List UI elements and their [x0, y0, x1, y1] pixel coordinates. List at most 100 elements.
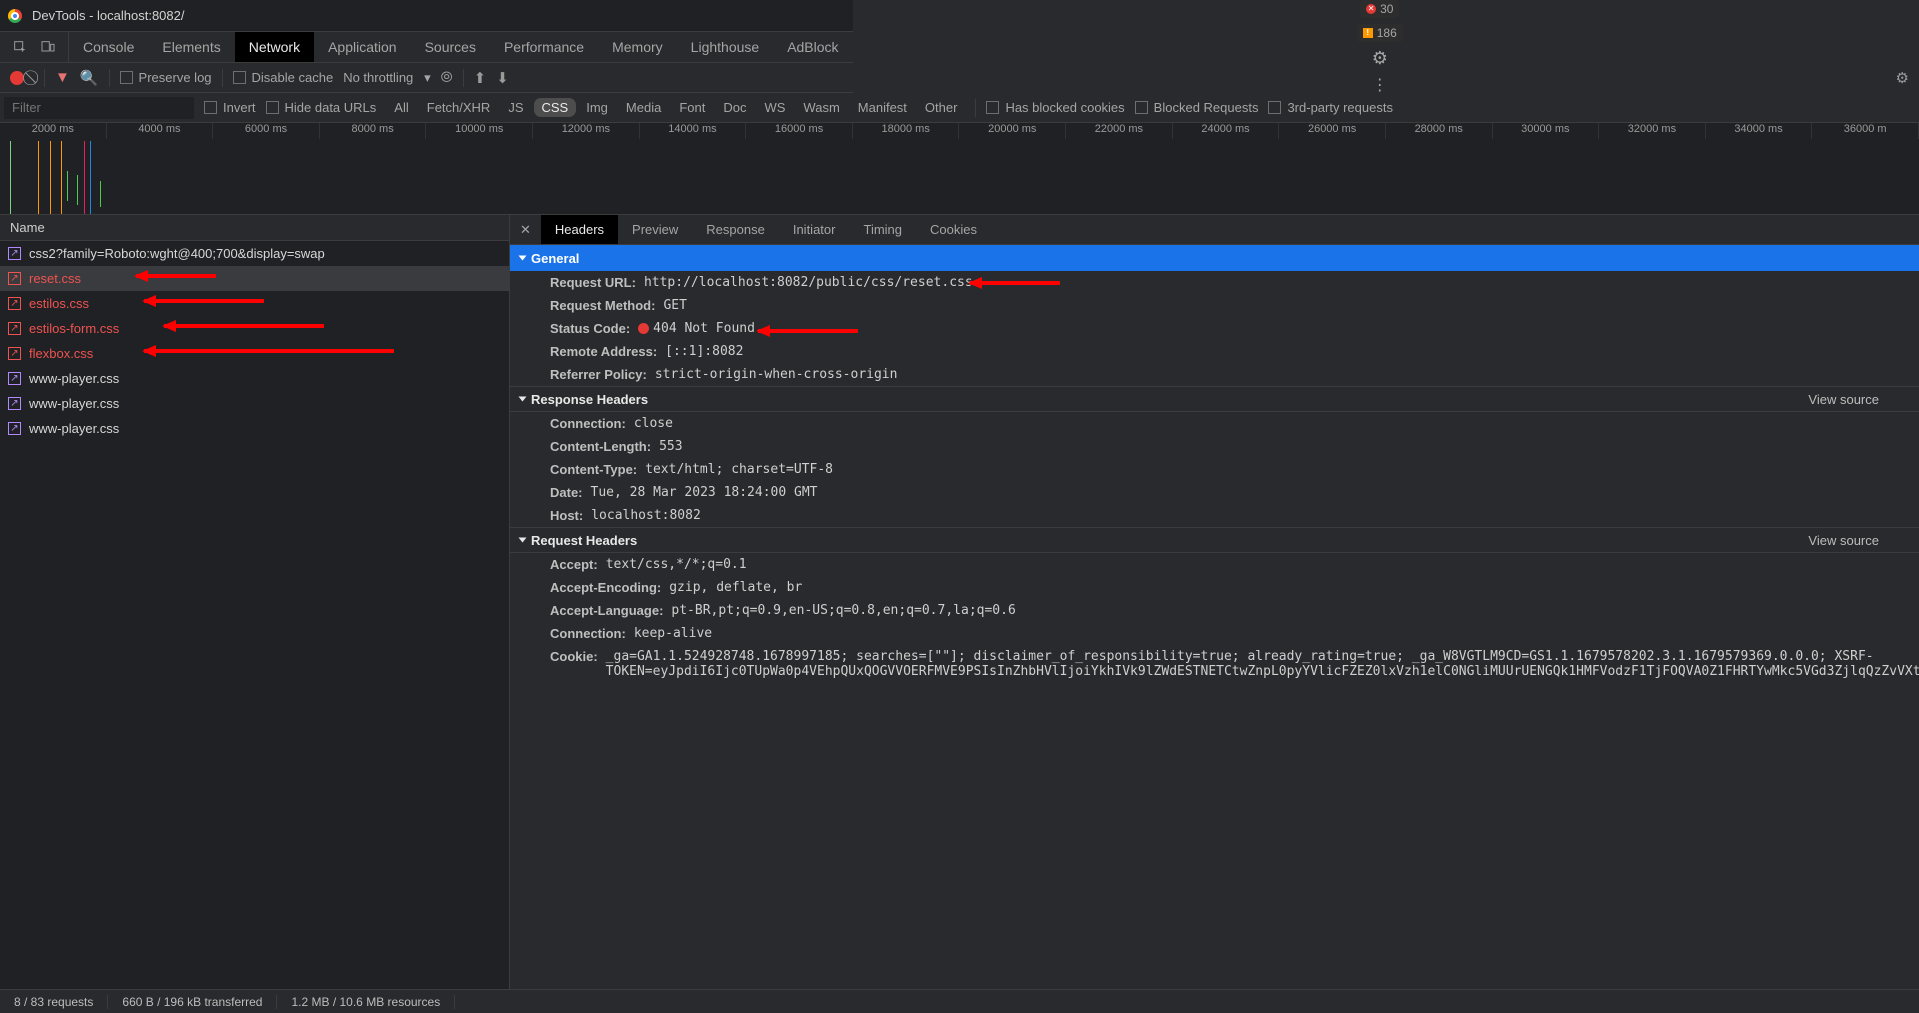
filter-type-all[interactable]: All [386, 98, 416, 117]
chrome-icon [8, 9, 22, 23]
request-detail-panel: ✕ HeadersPreviewResponseInitiatorTimingC… [510, 215, 1919, 989]
request-name: css2?family=Roboto:wght@400;700&display=… [29, 246, 325, 261]
has-blocked-cookies-checkbox[interactable]: Has blocked cookies [986, 100, 1124, 115]
request-name: www-player.css [29, 421, 119, 436]
detail-tab-response[interactable]: Response [692, 215, 779, 244]
request-row[interactable]: ↗www-player.css [0, 416, 509, 441]
close-detail-button[interactable]: ✕ [510, 222, 541, 238]
status-bar: 8 / 83 requests 660 B / 196 kB transferr… [0, 989, 1919, 1013]
status-resources: 1.2 MB / 10.6 MB resources [277, 995, 455, 1009]
more-icon[interactable]: ⋮ [1372, 75, 1388, 95]
detail-tab-cookies[interactable]: Cookies [916, 215, 991, 244]
css-file-icon: ↗ [8, 297, 21, 310]
request-name: www-player.css [29, 371, 119, 386]
blocked-requests-checkbox[interactable]: Blocked Requests [1135, 100, 1259, 115]
error-count-badge[interactable]: ✕30 [1360, 0, 1399, 18]
timeline-tick: 28000 ms [1386, 123, 1493, 139]
tab-sources[interactable]: Sources [411, 32, 490, 62]
filter-type-ws[interactable]: WS [756, 98, 793, 117]
filter-type-font[interactable]: Font [671, 98, 713, 117]
request-name: reset.css [29, 271, 81, 286]
header-row: Accept-Encoding:gzip, deflate, br [510, 576, 1919, 599]
wifi-icon[interactable]: ⦾ [441, 69, 453, 86]
search-icon[interactable]: 🔍 [80, 69, 99, 87]
timeline-tick: 32000 ms [1599, 123, 1706, 139]
filter-input[interactable] [4, 97, 194, 119]
invert-checkbox[interactable]: Invert [204, 100, 256, 115]
filter-type-css[interactable]: CSS [534, 98, 577, 117]
header-row: Request Method:GET [510, 294, 1919, 317]
tab-performance[interactable]: Performance [490, 32, 598, 62]
section-header[interactable]: Response HeadersView source [510, 386, 1919, 412]
status-dot-icon [638, 323, 649, 334]
header-row: Accept:text/css,*/*;q=0.1 [510, 553, 1919, 576]
header-row: Connection:close [510, 412, 1919, 435]
request-row[interactable]: ↗www-player.css [0, 366, 509, 391]
tab-elements[interactable]: Elements [148, 32, 234, 62]
section-header[interactable]: General [510, 245, 1919, 271]
header-row: Referrer Policy:strict-origin-when-cross… [510, 363, 1919, 386]
detail-tab-preview[interactable]: Preview [618, 215, 692, 244]
css-file-icon: ↗ [8, 347, 21, 360]
request-name: estilos-form.css [29, 321, 119, 336]
panel-tabs: ConsoleElementsNetworkApplicationSources… [0, 31, 1919, 63]
settings-gear-icon[interactable]: ⚙ [1896, 69, 1909, 87]
filter-type-img[interactable]: Img [578, 98, 616, 117]
hide-data-urls-checkbox[interactable]: Hide data URLs [266, 100, 377, 115]
header-row: Remote Address:[::1]:8082 [510, 340, 1919, 363]
view-source-link[interactable]: View source [1808, 392, 1909, 407]
request-row[interactable]: ↗ estilos.css [0, 291, 509, 316]
request-row[interactable]: ↗flexbox.css [0, 341, 509, 366]
request-row[interactable]: ↗css2?family=Roboto:wght@400;700&display… [0, 241, 509, 266]
section-header[interactable]: Request HeadersView source [510, 527, 1919, 553]
settings-icon[interactable]: ⚙ [1372, 48, 1388, 69]
warning-count-badge[interactable]: !186 [1357, 24, 1403, 42]
header-key: Status Code: [550, 321, 630, 336]
request-row[interactable]: ↗ www-player.css [0, 391, 509, 416]
disable-cache-checkbox[interactable]: Disable cache [233, 70, 334, 85]
tab-console[interactable]: Console [69, 32, 148, 62]
download-icon[interactable]: ⬇ [496, 69, 509, 87]
css-file-icon: ↗ [8, 397, 21, 410]
timeline-tick: 10000 ms [426, 123, 533, 139]
header-value: strict-origin-when-cross-origin [655, 367, 898, 382]
name-column-header[interactable]: Name [0, 215, 509, 241]
tab-application[interactable]: Application [314, 32, 411, 62]
request-row[interactable]: ↗estilos-form.css [0, 316, 509, 341]
detail-tab-timing[interactable]: Timing [849, 215, 916, 244]
filter-type-doc[interactable]: Doc [715, 98, 754, 117]
tab-adblock[interactable]: AdBlock [773, 32, 852, 62]
filter-type-js[interactable]: JS [500, 98, 531, 117]
header-value: localhost:8082 [591, 508, 701, 523]
device-icon[interactable] [40, 39, 56, 55]
request-row[interactable]: ↗reset.css [0, 266, 509, 291]
upload-icon[interactable]: ⬆ [474, 69, 487, 87]
filter-type-other[interactable]: Other [917, 98, 966, 117]
timeline-tick: 18000 ms [853, 123, 960, 139]
record-button[interactable] [10, 71, 24, 85]
detail-tab-headers[interactable]: Headers [541, 215, 618, 244]
tab-network[interactable]: Network [235, 32, 314, 62]
filter-type-wasm[interactable]: Wasm [795, 98, 847, 117]
throttling-select[interactable]: No throttling ▾ [343, 70, 430, 86]
header-key: Accept: [550, 557, 598, 572]
timeline-overview[interactable]: 2000 ms4000 ms6000 ms8000 ms10000 ms1200… [0, 123, 1919, 215]
filter-type-fetchxhr[interactable]: Fetch/XHR [419, 98, 499, 117]
filter-icon[interactable]: ▼ [55, 69, 70, 86]
tab-lighthouse[interactable]: Lighthouse [677, 32, 774, 62]
header-value: pt-BR,pt;q=0.9,en-US;q=0.8,en;q=0.7,la;q… [671, 603, 1015, 618]
caret-icon [519, 256, 527, 261]
filter-type-media[interactable]: Media [618, 98, 669, 117]
header-value: close [634, 416, 673, 431]
request-name: www-player.css [29, 396, 119, 411]
view-source-link[interactable]: View source [1808, 533, 1909, 548]
tab-memory[interactable]: Memory [598, 32, 677, 62]
third-party-checkbox[interactable]: 3rd-party requests [1268, 100, 1393, 115]
detail-tab-initiator[interactable]: Initiator [779, 215, 850, 244]
header-value: 553 [659, 439, 682, 454]
filter-type-manifest[interactable]: Manifest [850, 98, 915, 117]
inspect-icon[interactable] [12, 39, 28, 55]
request-name: estilos.css [29, 296, 89, 311]
header-row: Cookie:_ga=GA1.1.524928748.1678997185; s… [510, 645, 1919, 683]
preserve-log-checkbox[interactable]: Preserve log [120, 70, 212, 85]
